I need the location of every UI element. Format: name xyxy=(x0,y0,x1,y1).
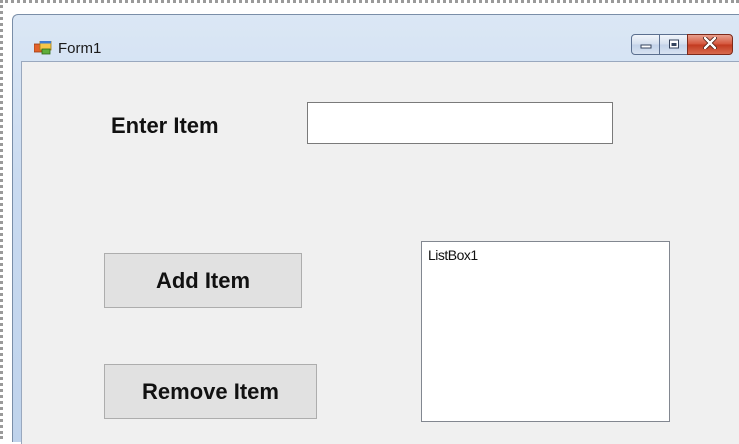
item-textbox[interactable] xyxy=(307,102,613,144)
minimize-button[interactable] xyxy=(631,34,660,55)
remove-item-button[interactable]: Remove Item xyxy=(104,364,317,419)
window-title: Form1 xyxy=(58,40,102,57)
title-bar[interactable]: Form1 xyxy=(13,15,739,61)
enter-item-label: Enter Item xyxy=(111,113,219,138)
form-window: Form1 Enter Item Add Item Remove Item Li… xyxy=(12,14,739,444)
item-listbox[interactable]: ListBox1 xyxy=(421,241,670,422)
add-item-button[interactable]: Add Item xyxy=(104,253,302,308)
caption-buttons xyxy=(631,34,733,55)
close-button[interactable] xyxy=(687,34,733,55)
maximize-icon xyxy=(668,36,680,54)
maximize-button[interactable] xyxy=(659,34,688,55)
form-client-area: Enter Item Add Item Remove Item ListBox1 xyxy=(21,61,739,444)
minimize-icon xyxy=(640,36,652,54)
list-item[interactable]: ListBox1 xyxy=(428,247,478,263)
designer-surface: Form1 Enter Item Add Item Remove Item Li… xyxy=(0,0,739,444)
close-icon xyxy=(703,35,717,54)
form-app-icon xyxy=(33,40,52,55)
